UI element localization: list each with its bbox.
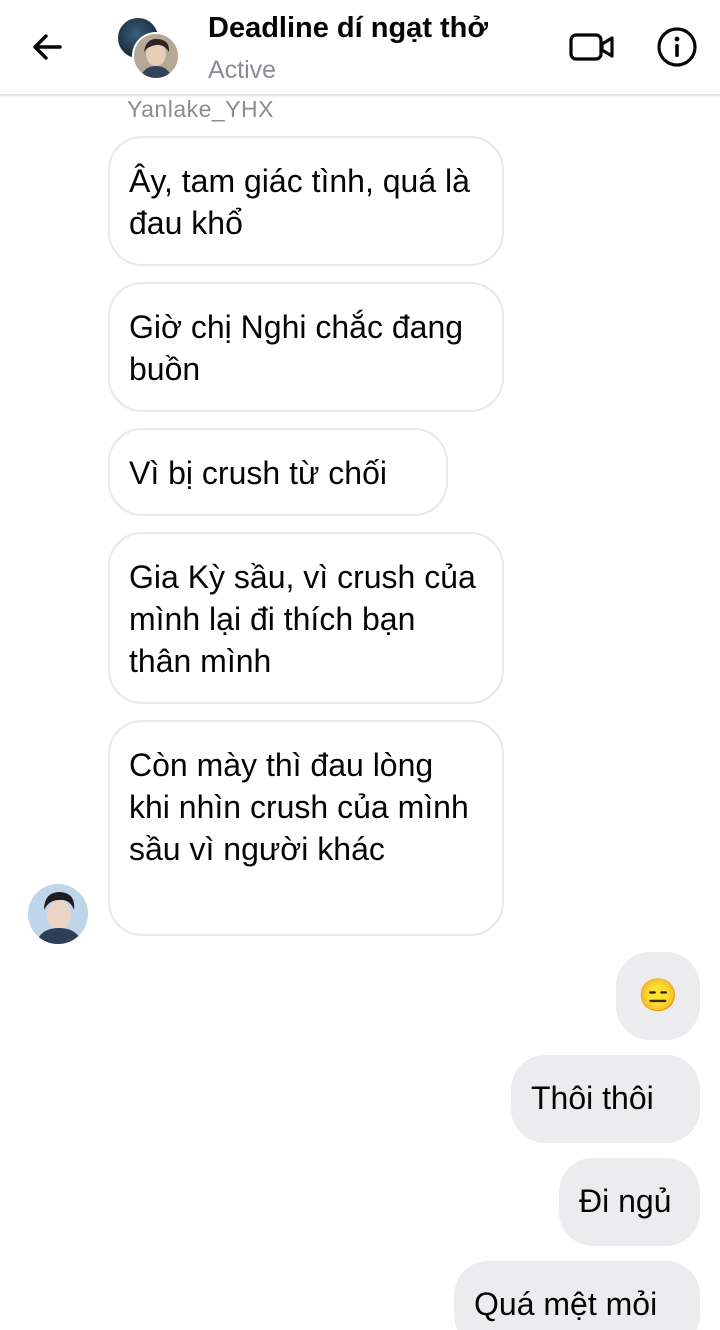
sender-avatar[interactable] [28, 884, 88, 944]
incoming-message[interactable]: Ây, tam giác tình, quá là đau khổ [108, 136, 504, 266]
video-call-button[interactable] [562, 22, 622, 72]
group-avatar[interactable] [116, 16, 180, 80]
outgoing-message[interactable]: 😑 [616, 952, 700, 1040]
chat-title[interactable]: Deadline dí ngạt thở [208, 12, 488, 45]
incoming-message[interactable]: Còn mày thì đau lòng khi nhìn crush của … [108, 720, 504, 936]
group-avatar-front [132, 32, 180, 80]
video-camera-icon [569, 33, 614, 61]
chat-screen: Deadline dí ngạt thở Active Yanlake_YHX … [0, 0, 720, 1330]
sender-name: Yanlake_YHX [127, 96, 274, 122]
info-icon [657, 27, 697, 67]
outgoing-message[interactable]: Thôi thôi [511, 1055, 700, 1143]
arrow-left-icon [33, 34, 62, 60]
incoming-message[interactable]: Vì bị crush từ chối [108, 428, 448, 516]
active-status: Active [208, 56, 277, 84]
back-button[interactable] [22, 22, 72, 72]
info-button[interactable] [650, 20, 704, 74]
incoming-message[interactable]: Gia Kỳ sầu, vì crush của mình lại đi thí… [108, 532, 504, 704]
incoming-message[interactable]: Giờ chị Nghi chắc đang buồn [108, 282, 504, 412]
chat-header: Deadline dí ngạt thở Active [0, 0, 720, 96]
outgoing-message[interactable]: Quá mệt mỏi [454, 1261, 700, 1330]
outgoing-message[interactable]: Đi ngủ [559, 1158, 700, 1246]
